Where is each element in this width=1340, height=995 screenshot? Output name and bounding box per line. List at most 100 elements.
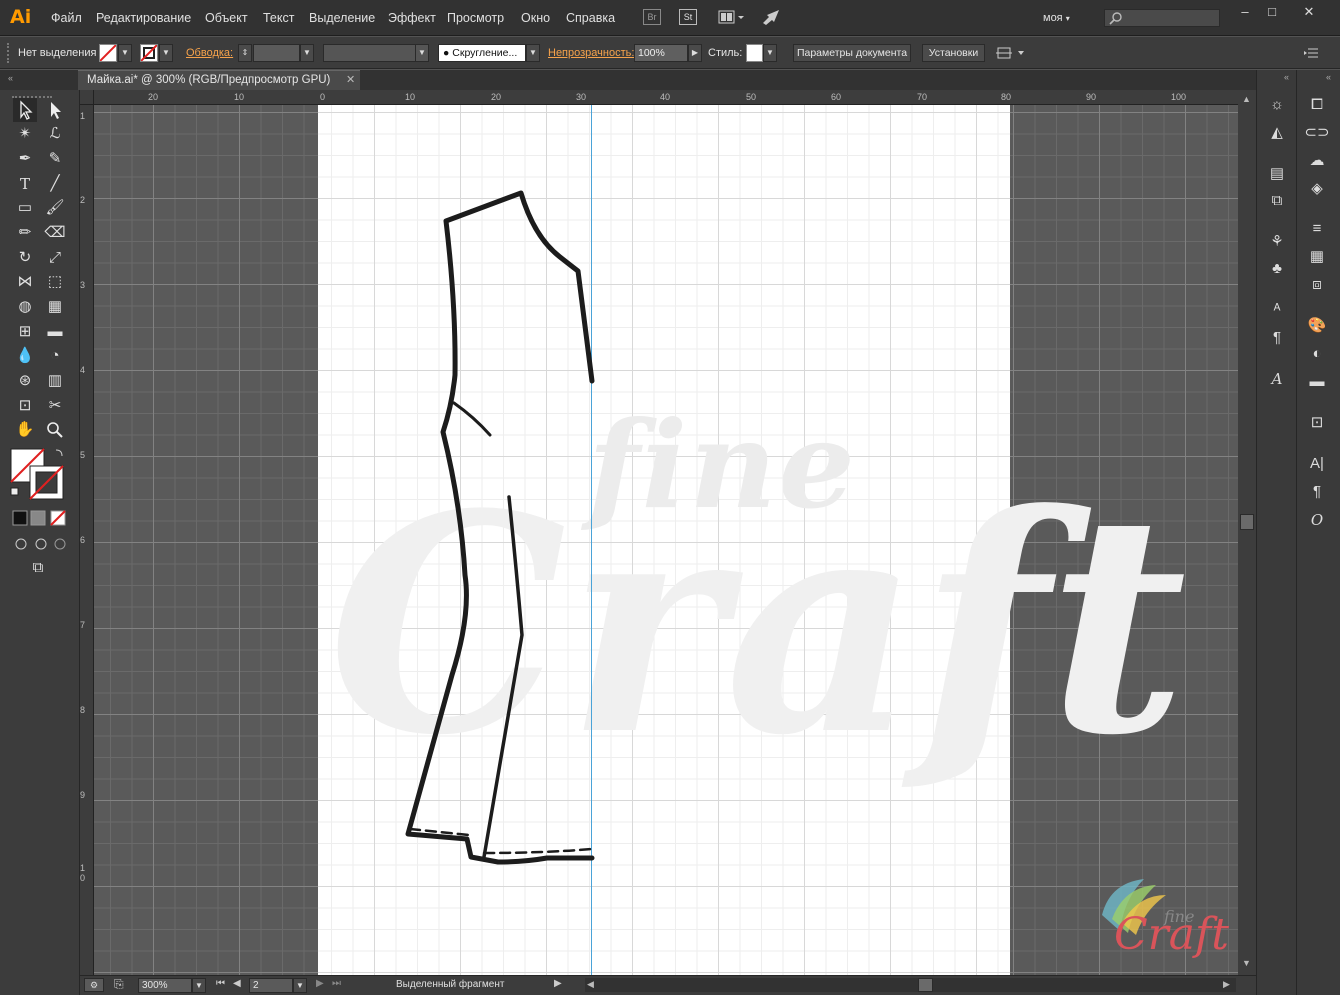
scale-tool-icon[interactable]: ⤢ xyxy=(43,246,67,270)
perspective-grid-tool-icon[interactable]: ▦ xyxy=(43,295,67,319)
vertical-scroll-thumb[interactable] xyxy=(1240,514,1254,530)
stroke-weight-dropdown[interactable]: ▼ xyxy=(300,44,314,62)
line-tool-icon[interactable]: ╱ xyxy=(43,172,67,196)
mesh-tool-icon[interactable]: ⊞ xyxy=(13,320,37,344)
fill-stroke-widget[interactable] xyxy=(10,448,66,500)
opentype-icon[interactable]: O xyxy=(1303,508,1331,532)
menu-object[interactable]: Объект xyxy=(205,11,248,25)
transform-icon[interactable]: ⧈ xyxy=(1303,273,1331,297)
artboard-number-field[interactable]: 2 xyxy=(249,978,293,993)
type-tool-icon[interactable]: T xyxy=(13,172,37,196)
last-artboard-icon[interactable]: ⏭ xyxy=(332,978,341,989)
stroke-weight-stepper[interactable]: ⇕ xyxy=(238,44,252,62)
vertical-scrollbar[interactable]: ▲ ▼ xyxy=(1238,90,1256,975)
scroll-up-icon[interactable]: ▲ xyxy=(1242,94,1251,104)
brush-definition[interactable]: ● Скругление... xyxy=(438,44,526,62)
character-styles-icon[interactable]: ᴬ xyxy=(1263,298,1291,322)
canvas-pasteboard[interactable]: fine Craft fine Craft xyxy=(94,105,1238,975)
gradient-panel-icon[interactable]: ▬ xyxy=(1303,370,1331,394)
graphic-style-swatch[interactable] xyxy=(746,44,763,62)
first-artboard-icon[interactable]: ⏮ xyxy=(216,978,225,989)
collapse-tools-icon[interactable]: « xyxy=(8,73,13,83)
align-options-icon[interactable] xyxy=(996,45,1026,61)
fill-dropdown[interactable]: ▼ xyxy=(118,44,132,62)
artboards-icon[interactable]: ⧠ xyxy=(1303,93,1331,117)
stroke-panel-link[interactable]: Обводка: xyxy=(186,47,233,59)
menu-view[interactable]: Просмотр xyxy=(447,11,504,25)
stroke-weight-field[interactable] xyxy=(253,44,300,62)
selection-tool-icon[interactable] xyxy=(13,98,37,122)
menu-select[interactable]: Выделение xyxy=(309,11,375,25)
shape-builder-tool-icon[interactable]: ◍ xyxy=(13,295,37,319)
opacity-slider-arrow[interactable]: ▶ xyxy=(688,44,702,62)
arrange-documents-icon[interactable] xyxy=(718,9,746,25)
horizontal-scrollbar[interactable]: ◀ ▶ xyxy=(585,978,1236,992)
tab-close-icon[interactable]: ✕ xyxy=(346,73,355,86)
color-guide-icon[interactable]: ☼ xyxy=(1263,93,1291,117)
direct-selection-tool-icon[interactable] xyxy=(43,98,67,122)
lasso-tool-icon[interactable]: ℒ xyxy=(43,122,67,146)
paragraph-icon[interactable]: ¶ xyxy=(1303,480,1331,504)
status-menu-arrow-icon[interactable]: ▶ xyxy=(554,978,562,989)
variable-width-profile[interactable] xyxy=(323,44,416,62)
swatches-icon[interactable]: ▦ xyxy=(1303,245,1331,269)
export-icon[interactable]: ⎘ xyxy=(114,977,124,992)
pathfinder-icon[interactable]: ⧉ xyxy=(1263,189,1291,213)
blend-tool-icon[interactable]: ◔ xyxy=(43,344,67,368)
artboard-panel-icon[interactable]: ⊡ xyxy=(1303,411,1331,435)
menu-effect[interactable]: Эффект xyxy=(388,11,436,25)
minimize-button[interactable]: – xyxy=(1232,4,1258,20)
artboard-tool-icon[interactable]: ⊡ xyxy=(13,394,37,418)
symbol-sprayer-tool-icon[interactable]: ⊛ xyxy=(13,369,37,393)
opacity-panel-link[interactable]: Непрозрачность: xyxy=(548,47,634,59)
rectangle-tool-icon[interactable]: ▭ xyxy=(13,196,37,220)
document-tab[interactable]: Майка.ai* @ 300% (RGB/Предпросмотр GPU) xyxy=(78,70,360,90)
artboard-dropdown[interactable]: ▼ xyxy=(293,978,307,993)
control-bar-grip[interactable] xyxy=(7,43,11,63)
tank-top-pattern[interactable] xyxy=(94,105,1238,975)
stroke-swatch[interactable] xyxy=(140,44,158,62)
gpu-performance-icon[interactable] xyxy=(761,8,781,26)
links-icon[interactable]: ⊂⊃ xyxy=(1303,121,1331,145)
stroke-dropdown[interactable]: ▼ xyxy=(159,44,173,62)
search-input[interactable] xyxy=(1104,9,1220,27)
ruler-origin[interactable] xyxy=(80,90,94,105)
fill-swatch[interactable] xyxy=(99,44,117,62)
control-panel-menu-icon[interactable] xyxy=(1304,47,1320,59)
paragraph-styles-icon[interactable]: ¶ xyxy=(1263,326,1291,350)
preferences-button[interactable]: Установки xyxy=(922,44,985,62)
curvature-tool-icon[interactable]: ✎ xyxy=(43,147,67,171)
magic-wand-tool-icon[interactable]: ✴ xyxy=(13,122,37,146)
variable-width-dropdown[interactable]: ▼ xyxy=(415,44,429,62)
menu-window[interactable]: Окно xyxy=(521,11,550,25)
menu-type[interactable]: Текст xyxy=(263,11,294,25)
workspace-switcher[interactable]: моя ▾ xyxy=(1043,12,1070,24)
gradient-tool-icon[interactable]: ▬ xyxy=(43,320,67,344)
pen-tool-icon[interactable]: ✒ xyxy=(13,147,37,171)
menu-edit[interactable]: Редактирование xyxy=(96,11,191,25)
hand-tool-icon[interactable]: ✋ xyxy=(13,418,37,442)
menu-file[interactable]: Файл xyxy=(51,11,82,25)
collapse-dock-icon[interactable]: « xyxy=(1284,72,1289,82)
eraser-tool-icon[interactable]: ⌫ xyxy=(43,221,67,245)
cc-libraries-icon[interactable]: ☁ xyxy=(1303,149,1331,173)
maximize-button[interactable]: □ xyxy=(1259,4,1285,20)
properties-icon[interactable]: ≡ xyxy=(1303,217,1331,241)
graphic-style-dropdown[interactable]: ▼ xyxy=(763,44,777,62)
zoom-tool-icon[interactable] xyxy=(43,418,67,442)
horizontal-scroll-thumb[interactable] xyxy=(918,978,933,992)
screen-mode-icon[interactable]: ⧉ xyxy=(26,556,50,580)
width-tool-icon[interactable]: ⋈ xyxy=(13,270,37,294)
transparency-icon[interactable]: ◭ xyxy=(1263,121,1291,145)
scroll-down-icon[interactable]: ▼ xyxy=(1242,958,1251,968)
rotate-tool-icon[interactable]: ↻ xyxy=(13,246,37,270)
align-icon[interactable]: ▤ xyxy=(1263,162,1291,186)
scroll-left-icon[interactable]: ◀ xyxy=(587,979,594,990)
previous-artboard-icon[interactable]: ◀ xyxy=(233,978,241,989)
next-artboard-icon[interactable]: ▶ xyxy=(316,978,324,989)
column-graph-tool-icon[interactable]: ▥ xyxy=(43,369,67,393)
collapse-dock-icon[interactable]: « xyxy=(1326,72,1331,82)
bridge-icon[interactable]: Br xyxy=(643,9,661,25)
scroll-right-icon[interactable]: ▶ xyxy=(1223,979,1230,990)
paintbrush-tool-icon[interactable]: 🖌 xyxy=(43,196,67,220)
